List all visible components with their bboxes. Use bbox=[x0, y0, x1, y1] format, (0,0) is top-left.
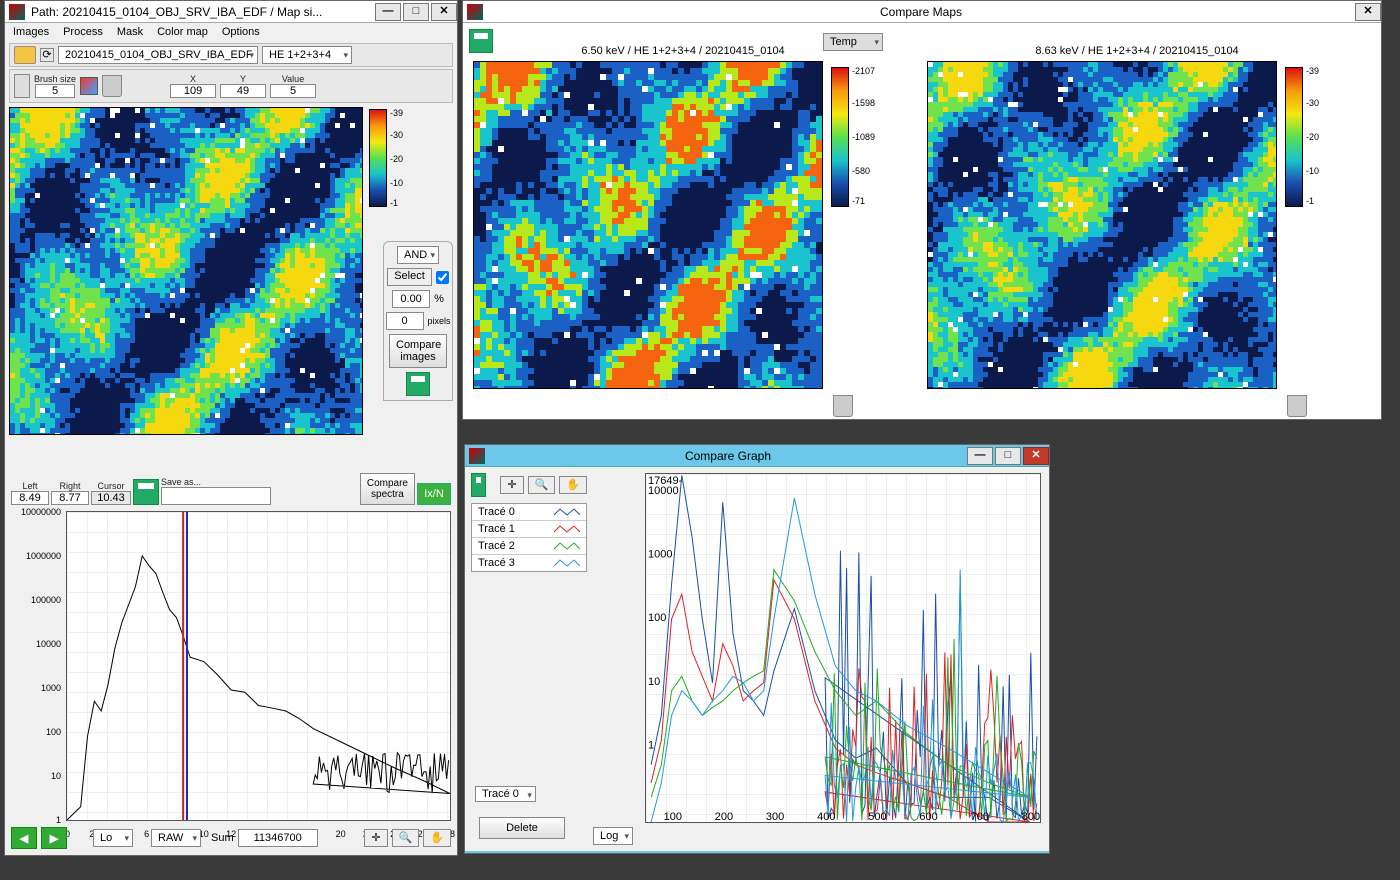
path-dropdown[interactable]: 20210415_0104_OBJ_SRV_IBA_EDF bbox=[58, 46, 258, 64]
trace-3[interactable]: Tracé 3 bbox=[472, 555, 586, 571]
svg-text:10: 10 bbox=[648, 676, 660, 688]
trace-select[interactable]: Tracé 0 bbox=[475, 786, 536, 802]
maximize-button[interactable]: □ bbox=[403, 3, 429, 21]
clear-mask-button[interactable] bbox=[102, 75, 122, 97]
refresh-icon[interactable]: ⟳ bbox=[40, 48, 54, 62]
svg-text:800: 800 bbox=[1022, 811, 1040, 822]
trace-1[interactable]: Tracé 1 bbox=[472, 521, 586, 538]
brush-grip-icon[interactable] bbox=[14, 74, 30, 98]
ixn-button[interactable]: Ix/N bbox=[417, 483, 451, 505]
compare-graph-plot[interactable]: 17649-1000010001001011002003004005006007… bbox=[645, 473, 1041, 823]
delete-trace-button[interactable]: Delete bbox=[479, 817, 565, 839]
open-folder-button[interactable] bbox=[14, 46, 36, 64]
app-icon bbox=[469, 448, 485, 464]
save-spectrum-icon[interactable] bbox=[133, 479, 159, 505]
trace-0[interactable]: Tracé 0 bbox=[472, 504, 586, 521]
menu-mask[interactable]: Mask bbox=[117, 26, 143, 38]
trace-2[interactable]: Tracé 2 bbox=[472, 538, 586, 555]
menu-process[interactable]: Process bbox=[63, 26, 103, 38]
logic-dropdown[interactable]: AND bbox=[397, 246, 439, 264]
select-checkbox[interactable] bbox=[436, 271, 449, 284]
sum-value: 11346700 bbox=[238, 829, 318, 847]
svg-text:100: 100 bbox=[664, 811, 682, 822]
x-value[interactable]: 109 bbox=[170, 84, 216, 98]
map1-colorbar: -2107 -1598 -1089 -580 -71 bbox=[831, 67, 849, 207]
picker-icon[interactable] bbox=[80, 77, 98, 95]
y-value[interactable]: 49 bbox=[220, 84, 266, 98]
x-label: X bbox=[190, 74, 196, 84]
close-button[interactable]: ✕ bbox=[1023, 447, 1049, 465]
select-button[interactable]: Select bbox=[387, 268, 432, 286]
map1-trash-button[interactable] bbox=[833, 395, 853, 417]
left-input[interactable]: 8.49 bbox=[11, 491, 49, 505]
prev-button[interactable]: ◀ bbox=[11, 827, 37, 849]
main-colorbar: -39 -30 -20 -10 -1 bbox=[369, 109, 387, 207]
app-icon bbox=[9, 4, 25, 20]
svg-text:100: 100 bbox=[648, 612, 666, 624]
menu-colormap[interactable]: Color map bbox=[157, 26, 208, 38]
right-input[interactable]: 8.77 bbox=[51, 491, 89, 505]
channel-dropdown[interactable]: HE 1+2+3+4 bbox=[262, 46, 352, 64]
map2-title: 8.63 keV / HE 1+2+3+4 / 20210415_0104 bbox=[927, 45, 1347, 57]
map1-title: 6.50 keV / HE 1+2+3+4 / 20210415_0104 bbox=[473, 45, 893, 57]
svg-text:600: 600 bbox=[919, 811, 937, 822]
map2-colorbar: -39 -30 -20 -10 -1 bbox=[1285, 67, 1303, 207]
compare-images-button[interactable]: Compare images bbox=[389, 334, 447, 368]
minimize-button[interactable]: — bbox=[375, 3, 401, 21]
close-button[interactable]: ✕ bbox=[431, 3, 457, 21]
compare-maps-title: Compare Maps bbox=[489, 5, 1353, 19]
menu-options[interactable]: Options bbox=[222, 26, 260, 38]
minimize-button[interactable]: — bbox=[967, 447, 993, 465]
crosshair-tool[interactable]: ✛ bbox=[500, 476, 523, 494]
y-label: Y bbox=[240, 74, 246, 84]
log-toggle[interactable]: Log bbox=[593, 827, 633, 845]
svg-text:400: 400 bbox=[817, 811, 835, 822]
raw-dropdown[interactable]: RAW bbox=[151, 829, 201, 847]
pan-tool[interactable]: ✋ bbox=[423, 829, 451, 847]
menu-bar: Images Process Mask Color map Options bbox=[5, 23, 457, 41]
main-map[interactable] bbox=[9, 107, 363, 435]
percent-input[interactable]: 0.00 bbox=[392, 290, 430, 308]
brush-value[interactable]: 5 bbox=[35, 84, 75, 98]
zoom-tool[interactable]: 🔍 bbox=[528, 476, 556, 494]
spectrum-plot[interactable]: 100000001000000100000100001000100101-024… bbox=[11, 511, 451, 851]
svg-text:1: 1 bbox=[648, 739, 654, 751]
svg-text:200: 200 bbox=[715, 811, 733, 822]
pan-tool[interactable]: ✋ bbox=[559, 476, 587, 494]
brush-label: Brush size bbox=[34, 74, 76, 84]
crosshair-tool[interactable]: ✛ bbox=[364, 829, 387, 847]
saveas-input[interactable] bbox=[161, 487, 271, 505]
save-mask-button[interactable] bbox=[406, 372, 430, 396]
compare-map-2[interactable] bbox=[927, 61, 1277, 389]
compare-spectra-button[interactable]: Compare spectra bbox=[360, 473, 415, 505]
save-graph-button[interactable] bbox=[471, 473, 486, 497]
map2-trash-button[interactable] bbox=[1287, 395, 1307, 417]
svg-text:700: 700 bbox=[971, 811, 989, 822]
next-button[interactable]: ▶ bbox=[41, 827, 67, 849]
close-button[interactable]: ✕ bbox=[1355, 3, 1381, 21]
app-icon bbox=[467, 4, 483, 20]
window-title: Path: 20210415_0104_OBJ_SRV_IBA_EDF / Ma… bbox=[31, 5, 373, 19]
cursor-value: 10.43 bbox=[91, 491, 131, 505]
svg-text:500: 500 bbox=[868, 811, 886, 822]
svg-text:300: 300 bbox=[766, 811, 784, 822]
mask-controls: AND Select 0.00% 0pixels Compare images bbox=[383, 241, 453, 401]
value-value[interactable]: 5 bbox=[270, 84, 316, 98]
zoom-tool[interactable]: 🔍 bbox=[392, 829, 420, 847]
maximize-button[interactable]: □ bbox=[995, 447, 1021, 465]
svg-text:1000: 1000 bbox=[648, 549, 672, 561]
compare-map-1[interactable] bbox=[473, 61, 823, 389]
value-label: Value bbox=[282, 74, 304, 84]
lo-dropdown[interactable]: Lo bbox=[93, 829, 133, 847]
pixels-input[interactable]: 0 bbox=[386, 312, 424, 330]
menu-images[interactable]: Images bbox=[13, 26, 49, 38]
svg-text:10000: 10000 bbox=[648, 485, 679, 497]
compare-graph-title: Compare Graph bbox=[491, 449, 965, 463]
